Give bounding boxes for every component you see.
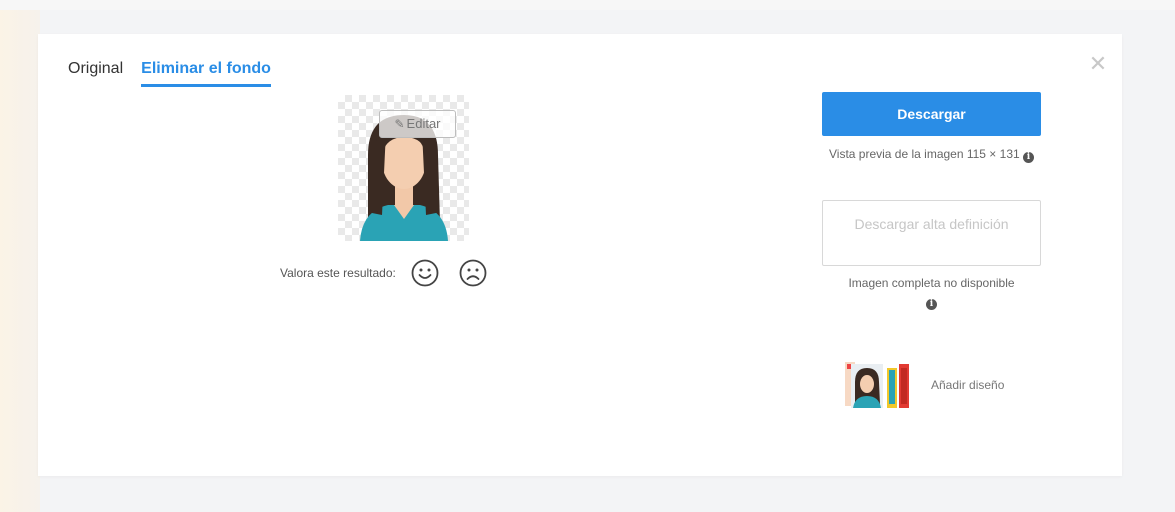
download-hd-button[interactable]: Descargar alta definición bbox=[822, 200, 1041, 266]
close-icon[interactable]: ✕ bbox=[1087, 53, 1109, 75]
frown-icon[interactable] bbox=[458, 258, 488, 288]
smiley-icon[interactable] bbox=[410, 258, 440, 288]
info-icon[interactable]: i bbox=[926, 299, 937, 310]
edit-label: Editar bbox=[406, 116, 441, 131]
add-design-label: Añadir diseño bbox=[931, 378, 1005, 392]
rating-row: Valora este resultado: bbox=[280, 258, 488, 288]
background-top-band bbox=[0, 0, 1175, 10]
preview-size-info: Vista previa de la imagen 115 × 131 i bbox=[822, 145, 1041, 163]
tab-bar: Original Eliminar el fondo bbox=[68, 60, 271, 87]
info-icon[interactable]: i bbox=[1023, 152, 1035, 163]
rating-label: Valora este resultado: bbox=[280, 266, 396, 280]
pencil-icon: ✎ bbox=[394, 117, 405, 131]
tab-remove-background[interactable]: Eliminar el fondo bbox=[141, 60, 271, 87]
add-design-button[interactable]: Añadir diseño bbox=[845, 360, 1004, 410]
hd-unavailable-info: Imagen completa no disponible i bbox=[822, 274, 1041, 310]
download-button[interactable]: Descargar bbox=[822, 92, 1041, 136]
preview-size-text: Vista previa de la imagen 115 × 131 bbox=[828, 147, 1020, 161]
design-thumbnail bbox=[845, 362, 909, 408]
hd-unavailable-text: Imagen completa no disponible bbox=[848, 276, 1015, 290]
tab-original[interactable]: Original bbox=[68, 60, 123, 87]
edit-button[interactable]: ✎ Editar bbox=[379, 110, 456, 138]
background-left-band bbox=[0, 0, 40, 512]
